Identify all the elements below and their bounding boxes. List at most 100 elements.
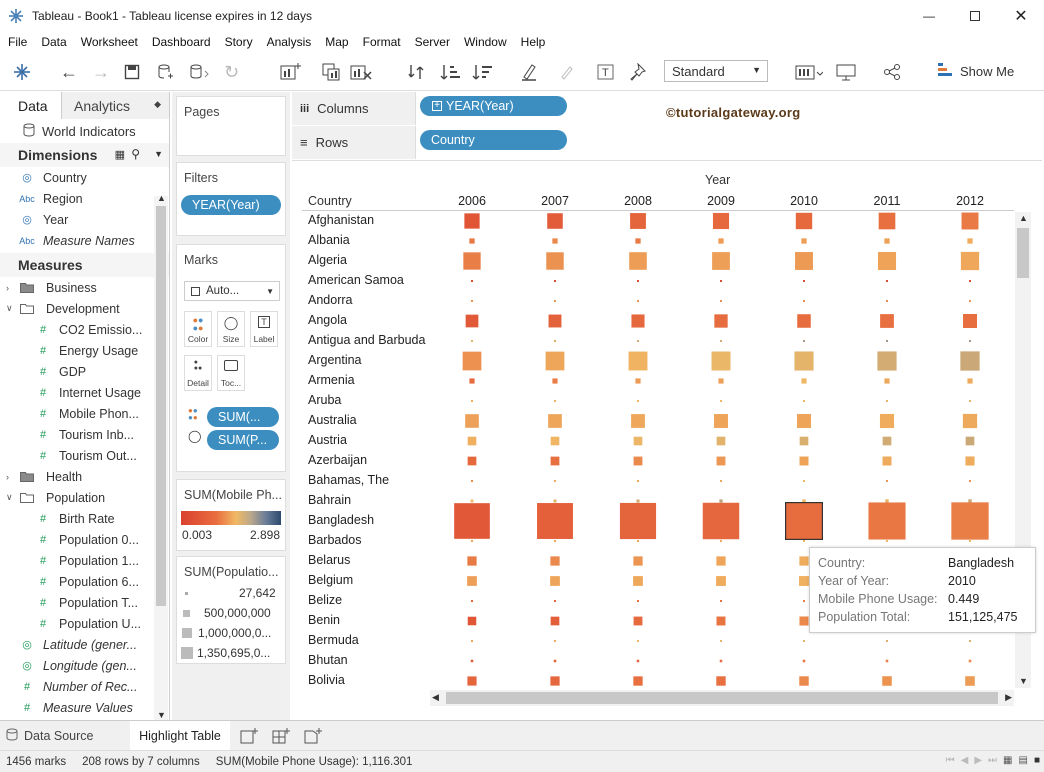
measure-field[interactable]: # Tourism Out... [0,445,153,466]
heat-mark[interactable] [465,314,479,328]
heat-mark[interactable] [471,280,473,282]
scroll-thumb[interactable] [446,692,998,704]
heat-mark[interactable] [968,659,972,663]
pin-icon[interactable] [628,61,646,83]
heat-mark[interactable] [878,212,896,230]
menu-worksheet[interactable]: Worksheet [81,35,138,49]
heat-mark[interactable] [714,414,728,428]
new-worksheet-icon[interactable] [280,61,302,83]
scroll-right-icon[interactable]: ▶ [1005,692,1012,703]
heat-mark[interactable] [886,480,888,482]
heat-mark[interactable] [803,300,805,302]
tab-data[interactable]: Data [0,92,62,119]
heat-mark[interactable] [467,676,477,686]
heat-mark[interactable] [969,300,971,302]
heat-mark[interactable] [631,414,645,428]
heat-mark[interactable] [630,213,646,229]
heat-mark[interactable] [471,540,473,542]
highlight-icon[interactable] [520,61,542,83]
data-pane-scrollbar[interactable]: ▲ ▼ [154,193,168,720]
filter-pill-year[interactable]: YEAR(Year) [181,195,281,215]
save-icon[interactable] [124,61,140,83]
expand-icon[interactable]: + [432,101,442,111]
size-pill[interactable]: SUM(P... [207,430,279,450]
heat-mark[interactable] [799,456,809,466]
heat-mark[interactable] [471,340,473,342]
heat-mark[interactable] [712,212,730,230]
heat-mark[interactable] [469,378,475,384]
heat-mark[interactable] [803,400,805,402]
heat-mark[interactable] [637,300,639,302]
heat-mark[interactable] [803,340,805,342]
heat-mark[interactable] [967,378,973,384]
measure-folder[interactable]: ∨ Population [0,487,153,508]
show-tabs-icon[interactable]: ■ [1034,755,1040,766]
heat-mark[interactable] [553,659,557,663]
heat-mark[interactable] [880,314,894,328]
first-sheet-icon[interactable]: ⏮ [946,755,955,766]
heat-mark[interactable] [801,378,807,384]
heat-mark[interactable] [799,576,809,586]
heat-mark[interactable] [637,400,639,402]
heat-mark[interactable] [718,238,724,244]
measure-folder[interactable]: › Business [0,277,153,298]
heat-mark[interactable] [803,600,805,602]
dimension-field[interactable]: Abc Region [0,188,169,209]
heat-mark[interactable] [868,502,906,540]
measure-field[interactable]: ◎ Longitude (gen... [0,655,153,676]
measure-field[interactable]: # Population T... [0,592,153,613]
measure-field[interactable]: # Measure Values [0,697,153,718]
heat-mark[interactable] [969,340,971,342]
prev-sheet-icon[interactable]: ◀ [961,755,969,766]
close-button[interactable]: ✕ [998,0,1044,31]
heat-mark[interactable] [628,351,648,371]
heat-mark[interactable] [882,676,892,686]
heat-mark[interactable] [799,436,809,446]
chevron-down-icon[interactable]: ∨ [6,492,18,503]
heat-mark[interactable] [548,314,562,328]
new-data-source-icon[interactable] [156,61,174,83]
heat-mark[interactable] [716,456,726,466]
heat-mark[interactable] [716,556,726,566]
menu-map[interactable]: Map [325,35,348,49]
dimension-field[interactable]: ◎ Country [0,167,169,188]
heat-mark[interactable] [637,280,639,282]
heat-mark[interactable] [716,576,726,586]
heat-mark[interactable] [637,540,639,542]
heat-mark[interactable] [961,212,979,230]
detail-button[interactable]: ● ●● Detail [184,355,212,391]
heat-mark[interactable] [633,556,643,566]
scroll-left-icon[interactable]: ◀ [432,692,439,703]
menu-format[interactable]: Format [363,35,401,49]
heat-mark[interactable] [886,300,888,302]
heat-mark[interactable] [797,314,811,328]
heat-mark[interactable] [554,540,556,542]
heat-mark[interactable] [633,456,643,466]
heat-mark[interactable] [968,499,972,503]
heat-mark[interactable] [962,313,978,329]
show-me-button[interactable]: Show Me [938,63,1014,80]
measure-folder[interactable]: › Health [0,466,153,487]
heat-mark[interactable] [877,351,897,371]
data-source-item[interactable]: World Indicators [0,119,169,143]
scroll-down-icon[interactable]: ▼ [1019,676,1028,686]
heat-mark[interactable] [720,640,722,642]
heat-mark[interactable] [471,300,473,302]
heat-mark[interactable] [550,456,560,466]
menu-help[interactable]: Help [521,35,546,49]
heat-mark[interactable] [554,600,556,602]
show-filmstrip-icon[interactable]: ▤ [1019,755,1028,766]
heat-mark[interactable] [547,213,563,229]
heat-mark[interactable] [720,340,722,342]
heat-mark[interactable] [554,340,556,342]
heat-mark[interactable] [962,413,978,429]
heat-mark[interactable] [553,499,557,503]
heat-mark[interactable] [720,540,722,542]
color-pill[interactable]: SUM(... [207,407,279,427]
heat-mark[interactable] [470,499,474,503]
chevron-down-icon[interactable]: ∨ [6,303,18,314]
heat-mark[interactable] [720,400,722,402]
heat-mark[interactable] [802,659,806,663]
heat-mark[interactable] [554,280,556,282]
heat-mark[interactable] [454,503,490,539]
